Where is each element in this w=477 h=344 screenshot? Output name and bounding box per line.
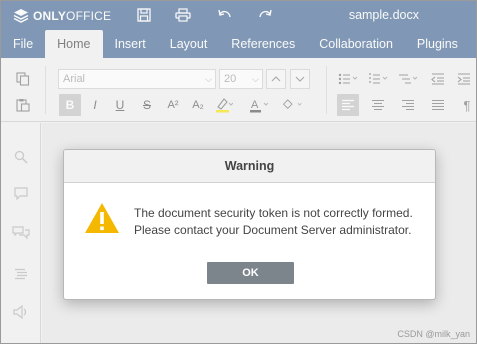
watermark: CSDN @milk_yan bbox=[397, 329, 470, 339]
editor-window: ONLYOFFICE sample.docx File Home Insert … bbox=[0, 0, 477, 344]
message-line: Please contact your Document Server admi… bbox=[134, 223, 412, 237]
warning-icon bbox=[84, 202, 120, 239]
dialog-title: Warning bbox=[64, 150, 435, 183]
ok-button[interactable]: OK bbox=[207, 262, 294, 284]
dialog-message: The document security token is not corre… bbox=[134, 205, 413, 239]
message-line: The document security token is not corre… bbox=[134, 206, 413, 220]
warning-dialog: Warning The document security token is n… bbox=[63, 149, 436, 300]
